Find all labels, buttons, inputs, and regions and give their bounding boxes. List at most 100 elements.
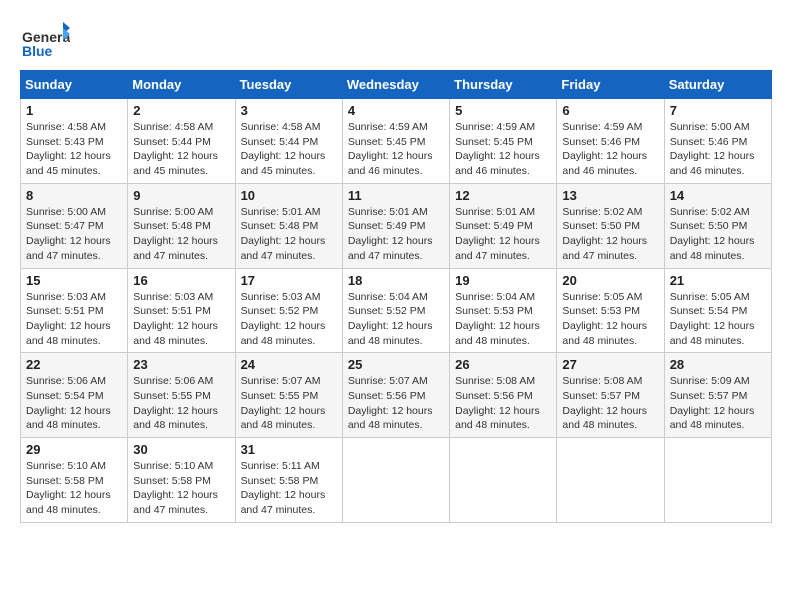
calendar-day-cell: 26 Sunrise: 5:08 AMSunset: 5:56 PMDaylig… xyxy=(450,353,557,438)
day-number: 14 xyxy=(670,188,766,203)
day-number: 13 xyxy=(562,188,658,203)
col-thursday: Thursday xyxy=(450,71,557,99)
empty-cell xyxy=(557,438,664,523)
calendar-day-cell: 12 Sunrise: 5:01 AMSunset: 5:49 PMDaylig… xyxy=(450,183,557,268)
calendar-day-cell: 5 Sunrise: 4:59 AMSunset: 5:45 PMDayligh… xyxy=(450,99,557,184)
calendar-day-cell: 3 Sunrise: 4:58 AMSunset: 5:44 PMDayligh… xyxy=(235,99,342,184)
day-number: 5 xyxy=(455,103,551,118)
empty-cell xyxy=(450,438,557,523)
calendar-day-cell: 30 Sunrise: 5:10 AMSunset: 5:58 PMDaylig… xyxy=(128,438,235,523)
day-info: Sunrise: 5:08 AMSunset: 5:57 PMDaylight:… xyxy=(562,374,658,433)
day-info: Sunrise: 5:11 AMSunset: 5:58 PMDaylight:… xyxy=(241,459,337,518)
day-info: Sunrise: 5:04 AMSunset: 5:53 PMDaylight:… xyxy=(455,290,551,349)
empty-cell xyxy=(664,438,771,523)
day-info: Sunrise: 5:06 AMSunset: 5:55 PMDaylight:… xyxy=(133,374,229,433)
day-info: Sunrise: 5:07 AMSunset: 5:55 PMDaylight:… xyxy=(241,374,337,433)
calendar-day-cell: 6 Sunrise: 4:59 AMSunset: 5:46 PMDayligh… xyxy=(557,99,664,184)
page-header: General Blue xyxy=(20,20,772,60)
calendar-day-cell: 1 Sunrise: 4:58 AMSunset: 5:43 PMDayligh… xyxy=(21,99,128,184)
calendar-header-row: Sunday Monday Tuesday Wednesday Thursday… xyxy=(21,71,772,99)
day-info: Sunrise: 5:03 AMSunset: 5:52 PMDaylight:… xyxy=(241,290,337,349)
calendar-day-cell: 16 Sunrise: 5:03 AMSunset: 5:51 PMDaylig… xyxy=(128,268,235,353)
calendar-day-cell: 19 Sunrise: 5:04 AMSunset: 5:53 PMDaylig… xyxy=(450,268,557,353)
calendar-day-cell: 24 Sunrise: 5:07 AMSunset: 5:55 PMDaylig… xyxy=(235,353,342,438)
day-info: Sunrise: 5:07 AMSunset: 5:56 PMDaylight:… xyxy=(348,374,444,433)
calendar-day-cell: 10 Sunrise: 5:01 AMSunset: 5:48 PMDaylig… xyxy=(235,183,342,268)
day-info: Sunrise: 4:58 AMSunset: 5:43 PMDaylight:… xyxy=(26,120,122,179)
day-info: Sunrise: 5:01 AMSunset: 5:49 PMDaylight:… xyxy=(455,205,551,264)
logo: General Blue xyxy=(20,20,70,60)
calendar-day-cell: 27 Sunrise: 5:08 AMSunset: 5:57 PMDaylig… xyxy=(557,353,664,438)
empty-cell xyxy=(342,438,449,523)
col-friday: Friday xyxy=(557,71,664,99)
day-info: Sunrise: 5:03 AMSunset: 5:51 PMDaylight:… xyxy=(133,290,229,349)
day-number: 29 xyxy=(26,442,122,457)
day-number: 15 xyxy=(26,273,122,288)
day-number: 10 xyxy=(241,188,337,203)
day-info: Sunrise: 5:03 AMSunset: 5:51 PMDaylight:… xyxy=(26,290,122,349)
day-info: Sunrise: 4:59 AMSunset: 5:46 PMDaylight:… xyxy=(562,120,658,179)
day-number: 28 xyxy=(670,357,766,372)
calendar-day-cell: 15 Sunrise: 5:03 AMSunset: 5:51 PMDaylig… xyxy=(21,268,128,353)
calendar-week-row: 1 Sunrise: 4:58 AMSunset: 5:43 PMDayligh… xyxy=(21,99,772,184)
day-info: Sunrise: 4:58 AMSunset: 5:44 PMDaylight:… xyxy=(241,120,337,179)
day-number: 30 xyxy=(133,442,229,457)
day-info: Sunrise: 4:59 AMSunset: 5:45 PMDaylight:… xyxy=(348,120,444,179)
day-number: 16 xyxy=(133,273,229,288)
day-number: 9 xyxy=(133,188,229,203)
col-monday: Monday xyxy=(128,71,235,99)
calendar-week-row: 8 Sunrise: 5:00 AMSunset: 5:47 PMDayligh… xyxy=(21,183,772,268)
day-number: 23 xyxy=(133,357,229,372)
calendar-day-cell: 11 Sunrise: 5:01 AMSunset: 5:49 PMDaylig… xyxy=(342,183,449,268)
day-number: 24 xyxy=(241,357,337,372)
day-number: 3 xyxy=(241,103,337,118)
calendar-day-cell: 22 Sunrise: 5:06 AMSunset: 5:54 PMDaylig… xyxy=(21,353,128,438)
calendar-day-cell: 29 Sunrise: 5:10 AMSunset: 5:58 PMDaylig… xyxy=(21,438,128,523)
calendar-day-cell: 21 Sunrise: 5:05 AMSunset: 5:54 PMDaylig… xyxy=(664,268,771,353)
day-info: Sunrise: 4:59 AMSunset: 5:45 PMDaylight:… xyxy=(455,120,551,179)
col-wednesday: Wednesday xyxy=(342,71,449,99)
day-info: Sunrise: 5:05 AMSunset: 5:54 PMDaylight:… xyxy=(670,290,766,349)
day-number: 2 xyxy=(133,103,229,118)
day-info: Sunrise: 5:05 AMSunset: 5:53 PMDaylight:… xyxy=(562,290,658,349)
logo-svg: General Blue xyxy=(20,20,70,60)
calendar-day-cell: 13 Sunrise: 5:02 AMSunset: 5:50 PMDaylig… xyxy=(557,183,664,268)
calendar-day-cell: 7 Sunrise: 5:00 AMSunset: 5:46 PMDayligh… xyxy=(664,99,771,184)
calendar-day-cell: 8 Sunrise: 5:00 AMSunset: 5:47 PMDayligh… xyxy=(21,183,128,268)
day-number: 25 xyxy=(348,357,444,372)
calendar-week-row: 29 Sunrise: 5:10 AMSunset: 5:58 PMDaylig… xyxy=(21,438,772,523)
calendar-day-cell: 17 Sunrise: 5:03 AMSunset: 5:52 PMDaylig… xyxy=(235,268,342,353)
day-info: Sunrise: 5:00 AMSunset: 5:47 PMDaylight:… xyxy=(26,205,122,264)
day-number: 20 xyxy=(562,273,658,288)
day-number: 8 xyxy=(26,188,122,203)
calendar-day-cell: 9 Sunrise: 5:00 AMSunset: 5:48 PMDayligh… xyxy=(128,183,235,268)
calendar-day-cell: 18 Sunrise: 5:04 AMSunset: 5:52 PMDaylig… xyxy=(342,268,449,353)
svg-text:Blue: Blue xyxy=(22,43,53,59)
calendar-day-cell: 4 Sunrise: 4:59 AMSunset: 5:45 PMDayligh… xyxy=(342,99,449,184)
day-number: 7 xyxy=(670,103,766,118)
day-number: 27 xyxy=(562,357,658,372)
calendar-day-cell: 31 Sunrise: 5:11 AMSunset: 5:58 PMDaylig… xyxy=(235,438,342,523)
col-tuesday: Tuesday xyxy=(235,71,342,99)
day-number: 17 xyxy=(241,273,337,288)
day-number: 26 xyxy=(455,357,551,372)
calendar-day-cell: 28 Sunrise: 5:09 AMSunset: 5:57 PMDaylig… xyxy=(664,353,771,438)
day-info: Sunrise: 5:08 AMSunset: 5:56 PMDaylight:… xyxy=(455,374,551,433)
col-sunday: Sunday xyxy=(21,71,128,99)
day-info: Sunrise: 5:01 AMSunset: 5:49 PMDaylight:… xyxy=(348,205,444,264)
day-info: Sunrise: 5:10 AMSunset: 5:58 PMDaylight:… xyxy=(26,459,122,518)
day-number: 21 xyxy=(670,273,766,288)
calendar-day-cell: 14 Sunrise: 5:02 AMSunset: 5:50 PMDaylig… xyxy=(664,183,771,268)
day-number: 19 xyxy=(455,273,551,288)
day-number: 18 xyxy=(348,273,444,288)
col-saturday: Saturday xyxy=(664,71,771,99)
day-info: Sunrise: 5:01 AMSunset: 5:48 PMDaylight:… xyxy=(241,205,337,264)
day-info: Sunrise: 5:02 AMSunset: 5:50 PMDaylight:… xyxy=(670,205,766,264)
day-number: 12 xyxy=(455,188,551,203)
day-info: Sunrise: 5:00 AMSunset: 5:46 PMDaylight:… xyxy=(670,120,766,179)
day-info: Sunrise: 5:02 AMSunset: 5:50 PMDaylight:… xyxy=(562,205,658,264)
calendar-week-row: 22 Sunrise: 5:06 AMSunset: 5:54 PMDaylig… xyxy=(21,353,772,438)
day-info: Sunrise: 4:58 AMSunset: 5:44 PMDaylight:… xyxy=(133,120,229,179)
day-info: Sunrise: 5:09 AMSunset: 5:57 PMDaylight:… xyxy=(670,374,766,433)
day-info: Sunrise: 5:10 AMSunset: 5:58 PMDaylight:… xyxy=(133,459,229,518)
